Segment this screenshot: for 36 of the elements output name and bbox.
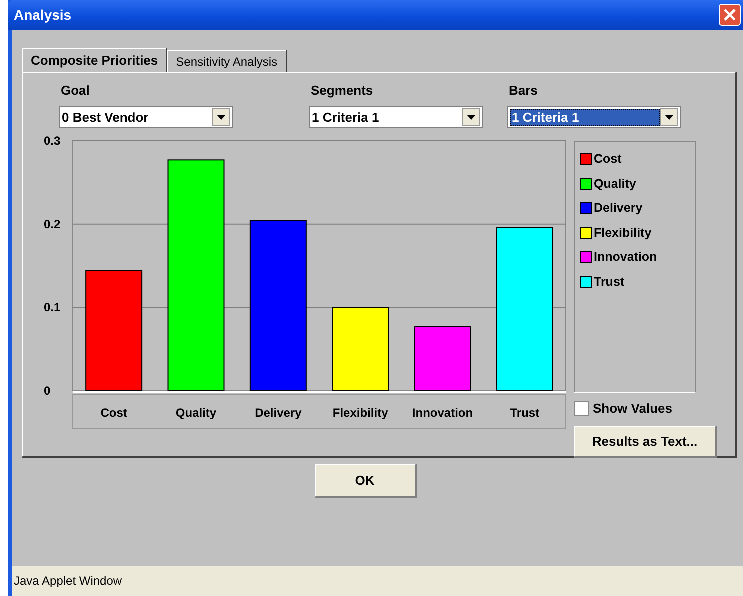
legend-label: Quality — [594, 176, 636, 191]
ok-button[interactable]: OK — [314, 464, 416, 498]
selector-label: Goal — [61, 83, 91, 98]
y-tick-label: 0.1 — [44, 300, 61, 315]
x-tick-label: Delivery — [255, 406, 302, 420]
dropdown-value: 0 Best Vendor — [62, 110, 149, 124]
x-tick-label: Innovation — [412, 406, 474, 420]
dropdown-value: 1 Criteria 1 — [510, 108, 660, 126]
checkbox[interactable] — [574, 401, 589, 416]
dropdown[interactable]: 0 Best Vendor — [59, 106, 233, 128]
dropdown-value: 1 Criteria 1 — [312, 110, 380, 124]
results-as-text-button[interactable]: Results as Text... — [574, 426, 717, 458]
x-tick-label: Trust — [510, 406, 540, 420]
window-title: Analysis — [14, 7, 72, 23]
status-text: Java Applet Window — [14, 574, 122, 588]
y-tick-label: 0.2 — [44, 217, 61, 232]
dropdown[interactable]: 1 Criteria 1 — [309, 106, 483, 128]
selector-label: Segments — [311, 83, 374, 98]
dropdown[interactable]: 1 Criteria 1 — [507, 106, 681, 128]
close-icon — [723, 8, 737, 22]
selector-label: Bars — [509, 83, 539, 98]
close-button[interactable] — [719, 4, 741, 26]
y-tick-label: 0 — [44, 384, 51, 398]
legend-label: Flexibility — [594, 226, 652, 240]
tab[interactable]: Composite Priorities — [22, 48, 168, 72]
y-tick-label: 0.3 — [44, 134, 61, 148]
bar — [414, 326, 472, 392]
checkbox-label: Show Values — [593, 401, 672, 416]
x-tick-label: Cost — [100, 406, 128, 420]
x-tick-label: Quality — [176, 406, 217, 420]
legend-label: Trust — [594, 274, 625, 289]
legend-label: Innovation — [594, 250, 658, 264]
legend-label: Cost — [594, 152, 622, 166]
legend-label: Delivery — [594, 201, 643, 216]
x-tick-label: Flexibility — [332, 406, 388, 420]
tab[interactable]: Sensitivity Analysis — [167, 50, 287, 72]
